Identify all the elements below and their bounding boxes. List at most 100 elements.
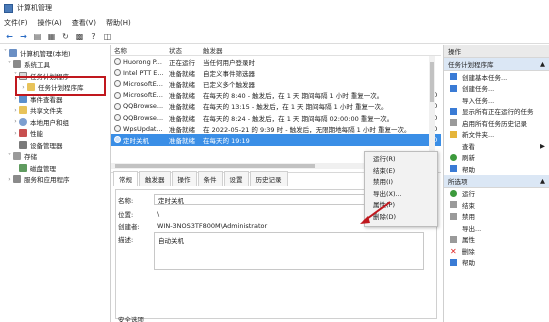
action-create-task[interactable]: 创建任务...: [444, 83, 549, 95]
running-tasks-icon: [450, 107, 457, 115]
menu-action[interactable]: 操作(A): [38, 18, 62, 28]
tab-triggers[interactable]: 触发器: [139, 171, 171, 186]
actions-pane: 操作 任务计划程序库 ▲ 创建基本任务... 创建任务... 导入任务... 显…: [443, 45, 549, 322]
new-folder-icon: [450, 130, 457, 138]
vertical-scrollbar[interactable]: [429, 56, 435, 161]
expand-arrow-icon[interactable]: ›: [12, 118, 19, 125]
collapse-arrow-icon[interactable]: ˅: [6, 153, 13, 160]
scroll-thumb[interactable]: [430, 62, 434, 102]
disable-icon: [450, 212, 457, 220]
users-icon: [19, 117, 27, 126]
forward-icon[interactable]: →: [18, 32, 29, 42]
collapse-up-icon[interactable]: ▲: [540, 60, 545, 68]
back-icon[interactable]: ←: [4, 32, 15, 42]
action-end[interactable]: 结束: [444, 199, 549, 211]
action-help[interactable]: 帮助: [444, 163, 549, 175]
col-status[interactable]: 状态: [169, 45, 203, 55]
refresh-icon[interactable]: ↻: [60, 32, 71, 42]
menu-file[interactable]: 文件(F): [4, 18, 28, 28]
menu-view[interactable]: 查看(V): [72, 18, 96, 28]
tree-item-system-tools[interactable]: ˅ 系统工具: [0, 59, 110, 71]
collapse-up-icon[interactable]: ▲: [540, 177, 545, 185]
menu-item-disable[interactable]: 禁用(I): [365, 177, 437, 189]
action-new-folder[interactable]: 新文件夹...: [444, 129, 549, 141]
stop-icon: [450, 201, 457, 209]
tab-conditions[interactable]: 条件: [197, 171, 223, 186]
expand-arrow-icon[interactable]: ›: [12, 107, 19, 114]
menu-item-run[interactable]: 运行(R): [365, 154, 437, 166]
tree-item-storage[interactable]: ˅ 存储: [0, 151, 110, 163]
action-enable-history[interactable]: 启用所有任务历史记录: [444, 117, 549, 129]
table-row[interactable]: MicrosoftE... 准备就绪 在每天的 8:40 - 触发后，在 1 天…: [111, 90, 441, 101]
disk-icon: [19, 163, 27, 172]
run-icon: [450, 189, 457, 197]
action-properties[interactable]: 属性: [444, 234, 549, 246]
title-bar: 计算机管理: [0, 0, 549, 16]
tree-item-performance[interactable]: › 性能: [0, 128, 110, 140]
tree-item-local-users-groups[interactable]: › 本地用户和组: [0, 116, 110, 128]
refresh-icon: [450, 153, 457, 161]
action-show-running-tasks[interactable]: 显示所有正在运行的任务: [444, 106, 549, 118]
tree-item-disk-management[interactable]: 磁盘管理: [0, 162, 110, 174]
submenu-arrow-icon: ▶: [540, 141, 545, 150]
properties-icon: [450, 235, 457, 243]
col-trigger[interactable]: 触发器: [203, 45, 429, 55]
author-label: 创建者:: [118, 222, 140, 231]
performance-icon: [19, 129, 27, 138]
computer-icon: [9, 48, 17, 57]
col-name[interactable]: 名称: [111, 45, 169, 55]
tools-icon: [13, 60, 21, 69]
table-row[interactable]: MicrosoftE... 准备就绪 已定义多个触发器: [111, 78, 441, 89]
collapse-arrow-icon[interactable]: ˅: [6, 61, 13, 68]
device-manager-icon: [19, 140, 27, 149]
highlight-box: [15, 76, 106, 96]
table-row-selected[interactable]: 定时关机 准备就绪 在每天的 19:19 20: [111, 134, 441, 146]
create-task-icon: [450, 84, 457, 92]
properties-icon[interactable]: ▩: [74, 32, 85, 42]
toolbar: ← → ▤ ▦ ↻ ▩ ? ◫: [0, 30, 549, 44]
table-row[interactable]: WpsUpdat... 准备就绪 在 2022-05-21 的 9:39 时 -…: [111, 123, 441, 134]
action-delete[interactable]: ✕ 删除: [444, 245, 549, 257]
action-view[interactable]: 查看 ▶: [444, 140, 549, 152]
actions-group-selected[interactable]: 所选项 ▲: [444, 174, 549, 188]
action-help-selected[interactable]: 帮助: [444, 257, 549, 269]
tab-history[interactable]: 历史记录: [249, 171, 288, 186]
action-refresh[interactable]: 刷新: [444, 152, 549, 164]
menu-item-end[interactable]: 结束(E): [365, 166, 437, 178]
task-icon: [114, 102, 121, 110]
create-basic-task-icon: [450, 73, 457, 81]
tab-general[interactable]: 常规: [113, 171, 138, 186]
tab-actions[interactable]: 操作: [171, 171, 197, 186]
tree-item-computer-management[interactable]: ˅ 计算机管理(本地): [0, 47, 110, 59]
table-row[interactable]: QQBrowse... 准备就绪 在每天的 13:15 - 触发后，在 1 天 …: [111, 101, 441, 112]
action-import-task[interactable]: 导入任务...: [444, 94, 549, 106]
tree-item-services-applications[interactable]: › 服务和应用程序: [0, 174, 110, 186]
tree-item-shared-folders[interactable]: › 共享文件夹: [0, 105, 110, 117]
action-run[interactable]: 运行: [444, 188, 549, 200]
help-icon[interactable]: ?: [88, 32, 99, 42]
action-disable[interactable]: 禁用: [444, 211, 549, 223]
action-create-basic-task[interactable]: 创建基本任务...: [444, 71, 549, 83]
actions-group-library[interactable]: 任务计划程序库 ▲: [444, 58, 549, 71]
expand-arrow-icon[interactable]: ›: [12, 95, 19, 102]
console-tree-icon[interactable]: ▦: [46, 32, 57, 42]
tab-settings[interactable]: 设置: [223, 171, 249, 186]
actions-header: 操作: [444, 45, 549, 58]
menu-help[interactable]: 帮助(H): [106, 18, 131, 28]
services-icon: [13, 175, 21, 184]
expand-arrow-icon[interactable]: ›: [6, 176, 13, 183]
action-export[interactable]: 导出...: [444, 222, 549, 234]
description-field[interactable]: 自动关机: [154, 232, 424, 270]
collapse-arrow-icon[interactable]: ˅: [2, 49, 9, 56]
view-icon[interactable]: ◫: [102, 32, 113, 42]
task-icon: [114, 136, 121, 144]
window-title: 计算机管理: [17, 4, 52, 12]
table-row[interactable]: Huorong P... 正在运行 当任何用户登录时: [111, 56, 441, 67]
expand-arrow-icon[interactable]: ›: [12, 130, 19, 137]
scroll-thumb[interactable]: [115, 164, 315, 168]
table-row[interactable]: QQBrowse... 准备就绪 在每天的 8:24 - 触发后，在 1 天 期…: [111, 112, 441, 123]
delete-icon: ✕: [450, 247, 457, 257]
table-row[interactable]: Intel PTT E... 准备就绪 自定义事件筛选器: [111, 67, 441, 78]
up-folder-icon[interactable]: ▤: [32, 32, 43, 42]
tree-item-device-manager[interactable]: 设备管理器: [0, 139, 110, 151]
